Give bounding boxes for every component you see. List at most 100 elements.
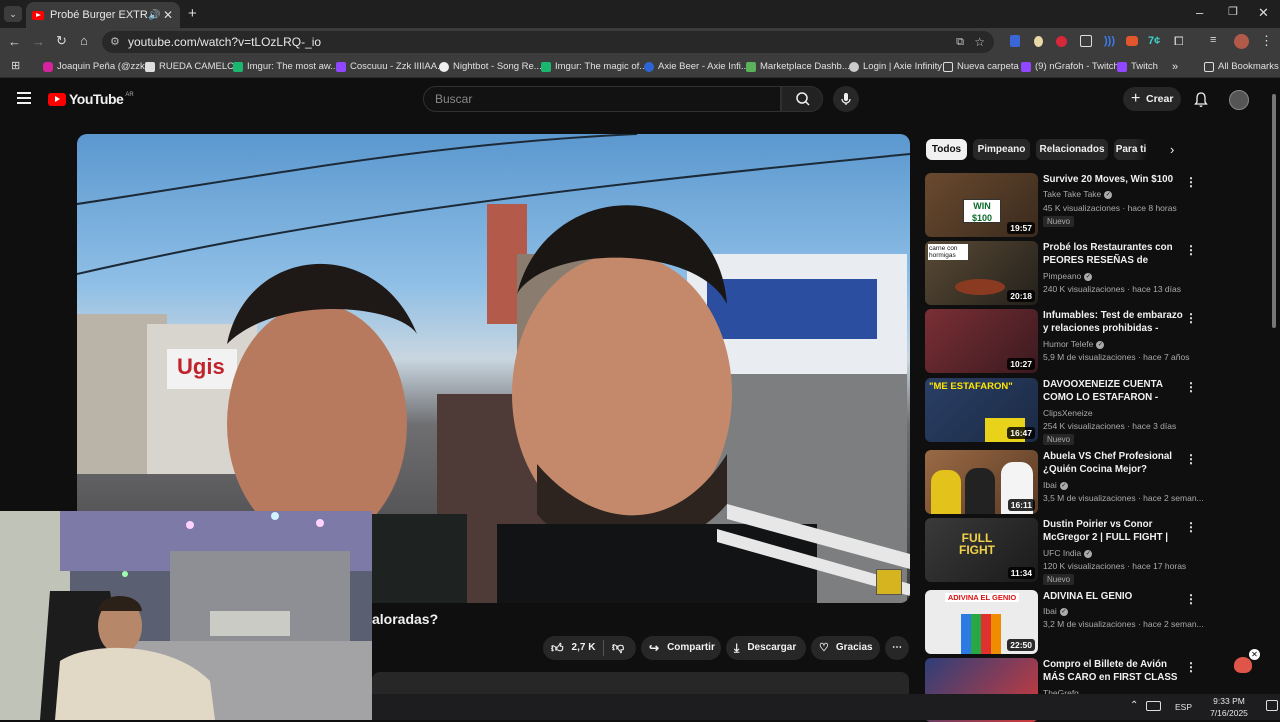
speaker-icon[interactable]: 🔊 bbox=[148, 10, 162, 21]
recommendation-item[interactable]: 16:11 Abuela VS Chef Profesional ¿Quién … bbox=[925, 450, 1270, 514]
clock-time[interactable]: 9:33 PM bbox=[1202, 696, 1256, 706]
like-button[interactable]: 👍︎ 2,7 K bbox=[543, 636, 603, 660]
browser-tab[interactable]: Probé Burger EXTREMAS p 🔊 ✕ bbox=[26, 2, 180, 28]
share-button[interactable]: ↪ Compartir bbox=[641, 636, 721, 660]
bookmark-item[interactable]: Joaquin Peña (@zzk... bbox=[43, 60, 153, 74]
more-options-icon[interactable]: ⋮ bbox=[1185, 660, 1197, 674]
video-thumbnail[interactable]: 16:11 bbox=[925, 450, 1038, 514]
more-options-icon[interactable]: ⋮ bbox=[1185, 452, 1197, 466]
video-title[interactable]: Dustin Poirier vs Conor McGregor 2 | FUL… bbox=[1043, 518, 1183, 544]
chip-para-ti[interactable]: Para ti bbox=[1114, 139, 1148, 160]
account-avatar[interactable] bbox=[1229, 90, 1249, 110]
recommendation-item[interactable]: WIN $100 19:57 Survive 20 Moves, Win $10… bbox=[925, 173, 1270, 237]
create-button[interactable]: + Crear bbox=[1123, 87, 1181, 111]
new-tab-button[interactable]: + bbox=[188, 5, 197, 22]
bookmark-item[interactable]: Login | Axie Infinity bbox=[849, 60, 942, 74]
bookmark-item[interactable]: Twitch bbox=[1117, 60, 1158, 74]
channel-name[interactable]: UFC India ✓ bbox=[1043, 548, 1093, 558]
close-floating-icon[interactable]: ✕ bbox=[1249, 649, 1260, 660]
browser-menu-icon[interactable]: ⋮ bbox=[1260, 33, 1273, 49]
extension-icon[interactable] bbox=[1080, 35, 1092, 47]
floating-extension-icon[interactable] bbox=[1234, 657, 1252, 673]
record-extension-icon[interactable] bbox=[1056, 36, 1067, 47]
video-thumbnail[interactable]: FULL FIGHT 11:34 bbox=[925, 518, 1038, 582]
all-bookmarks[interactable]: All Bookmarks bbox=[1204, 60, 1279, 74]
hamburger-menu-icon[interactable] bbox=[17, 92, 31, 104]
chevron-right-icon[interactable]: › bbox=[1170, 142, 1174, 157]
extension-icon[interactable] bbox=[1010, 35, 1020, 47]
forward-icon[interactable]: → bbox=[32, 34, 45, 49]
clock-date[interactable]: 7/16/2025 bbox=[1202, 708, 1256, 718]
bookmark-item[interactable]: RUEDA CAMELOT bbox=[145, 60, 240, 74]
back-icon[interactable]: ← bbox=[8, 34, 21, 49]
recommendation-item[interactable]: FULL FIGHT 11:34 Dustin Poirier vs Conor… bbox=[925, 518, 1270, 585]
search-button[interactable] bbox=[781, 86, 823, 112]
reading-list-icon[interactable]: ≡ bbox=[1210, 34, 1216, 46]
bookmark-star-icon[interactable]: ☆ bbox=[974, 31, 985, 53]
notifications-bell-icon[interactable] bbox=[1193, 91, 1209, 108]
apps-grid-icon[interactable]: ⊞ bbox=[11, 59, 20, 72]
extension-icon[interactable]: 7¢ bbox=[1148, 35, 1160, 47]
video-title[interactable]: Survive 20 Moves, Win $100 bbox=[1043, 173, 1183, 186]
voice-search-button[interactable] bbox=[833, 86, 859, 112]
recommendation-item[interactable]: carne con hormigas 20:18 Probé los Resta… bbox=[925, 241, 1270, 305]
download-button[interactable]: ⤓ Descargar bbox=[726, 636, 806, 660]
language-indicator[interactable]: ESP bbox=[1175, 702, 1192, 712]
bookmark-folder[interactable]: Nueva carpeta bbox=[943, 60, 1019, 74]
video-title[interactable]: Abuela VS Chef Profesional ¿Quién Cocina… bbox=[1043, 450, 1183, 476]
bookmark-item[interactable]: Marketplace Dashb... bbox=[746, 60, 850, 74]
channel-watermark[interactable] bbox=[876, 569, 902, 595]
chip-relacionados[interactable]: Relacionados bbox=[1036, 139, 1108, 160]
bookmark-item[interactable]: Imgur: The most aw... bbox=[233, 60, 338, 74]
site-info-icon[interactable]: ⚙ bbox=[110, 31, 120, 53]
video-thumbnail[interactable]: ADIVINA EL GENIO 22:50 bbox=[925, 590, 1038, 654]
video-title[interactable]: Probé los Restaurantes con PEORES RESEÑA… bbox=[1043, 241, 1183, 267]
search-input[interactable]: Buscar bbox=[423, 86, 781, 112]
channel-name[interactable]: Pimpeano ✓ bbox=[1043, 271, 1093, 281]
install-icon[interactable]: ⧉ bbox=[956, 31, 964, 53]
notifications-icon[interactable] bbox=[1266, 700, 1278, 711]
recommendation-item[interactable]: ADIVINA EL GENIO 22:50 ADIVINA EL GENIO … bbox=[925, 590, 1270, 654]
channel-name[interactable]: Ibai ✓ bbox=[1043, 606, 1068, 616]
close-window-icon[interactable]: ✕ bbox=[1258, 5, 1269, 21]
more-options-icon[interactable]: ⋮ bbox=[1185, 175, 1197, 189]
more-options-icon[interactable]: ⋮ bbox=[1185, 592, 1197, 606]
channel-name[interactable]: Humor Telefe ✓ bbox=[1043, 339, 1105, 349]
extension-icon[interactable]: ))) bbox=[1104, 35, 1115, 47]
recommendation-item[interactable]: 10:27 Infumables: Test de embarazo y rel… bbox=[925, 309, 1270, 373]
video-title[interactable]: ADIVINA EL GENIO bbox=[1043, 590, 1183, 603]
page-scrollbar[interactable] bbox=[1272, 94, 1276, 328]
thanks-button[interactable]: ♡ Gracias bbox=[811, 636, 880, 660]
close-tab-icon[interactable]: ✕ bbox=[162, 8, 174, 22]
minimize-icon[interactable]: – bbox=[1196, 5, 1203, 20]
chip-pimpeano[interactable]: Pimpeano bbox=[973, 139, 1030, 160]
youtube-logo[interactable]: YouTube AR bbox=[48, 91, 134, 107]
video-thumbnail[interactable]: 10:27 bbox=[925, 309, 1038, 373]
bookmark-item[interactable]: Coscuuu - Zzk IIIIAA... bbox=[336, 60, 445, 74]
channel-name[interactable]: Take Take Take ✓ bbox=[1043, 189, 1113, 199]
restore-icon[interactable]: ❐ bbox=[1228, 5, 1238, 18]
extensions-puzzle-icon[interactable]: ⧠ bbox=[1174, 34, 1184, 49]
channel-name[interactable]: ClipsXeneize bbox=[1043, 408, 1093, 418]
more-options-icon[interactable]: ⋮ bbox=[1185, 520, 1197, 534]
tab-search-icon[interactable]: ⌄ bbox=[4, 6, 22, 22]
more-options-icon[interactable]: ⋮ bbox=[1185, 243, 1197, 257]
home-icon[interactable]: ⌂ bbox=[80, 33, 88, 48]
video-thumbnail[interactable]: WIN $100 19:57 bbox=[925, 173, 1038, 237]
video-title[interactable]: Infumables: Test de embarazo y relacione… bbox=[1043, 309, 1183, 335]
more-actions-button[interactable]: ⋯ bbox=[885, 636, 909, 660]
recommendation-item[interactable]: "ME ESTAFARON" 16:47 DAVOOXENEIZE CUENTA… bbox=[925, 378, 1270, 445]
reload-icon[interactable]: ↻ bbox=[56, 33, 67, 49]
chip-todos[interactable]: Todos bbox=[926, 139, 967, 160]
video-thumbnail[interactable]: "ME ESTAFARON" 16:47 bbox=[925, 378, 1038, 442]
address-bar[interactable]: ⚙ youtube.com/watch?v=tLOzLRQ-_io ⧉ ☆ bbox=[102, 31, 994, 53]
bookmark-item[interactable]: Axie Beer - Axie Infi... bbox=[644, 60, 749, 74]
dislike-button[interactable]: 👎︎ bbox=[604, 635, 624, 661]
video-title[interactable]: DAVOOXENEIZE CUENTA COMO LO ESTAFARON - … bbox=[1043, 378, 1183, 404]
video-thumbnail[interactable]: carne con hormigas 20:18 bbox=[925, 241, 1038, 305]
profile-avatar[interactable] bbox=[1234, 34, 1249, 49]
keyboard-icon[interactable] bbox=[1146, 701, 1161, 711]
channel-name[interactable]: Ibai ✓ bbox=[1043, 480, 1068, 490]
bookmark-item[interactable]: (9) nGrafoh - Twitch bbox=[1021, 60, 1119, 74]
chevron-up-icon[interactable]: ⌃ bbox=[1130, 700, 1138, 711]
